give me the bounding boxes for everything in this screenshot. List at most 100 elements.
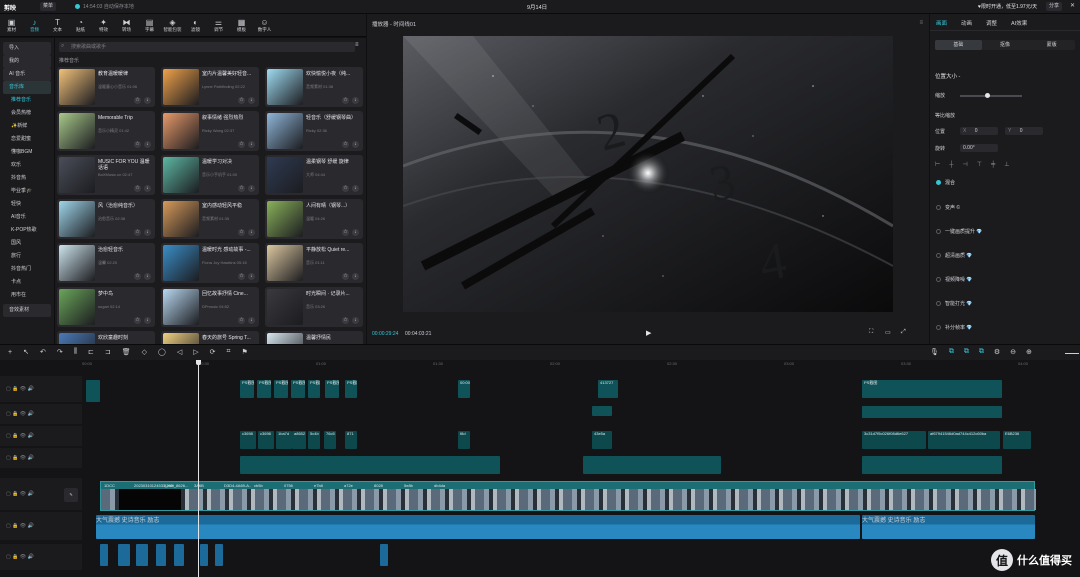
- favorite-icon[interactable]: ☆: [342, 141, 349, 148]
- sound-effect-clip[interactable]: [100, 544, 108, 566]
- sidebar-item[interactable]: AI音乐: [3, 211, 51, 224]
- download-icon[interactable]: ↓: [144, 141, 151, 148]
- sidebar-item[interactable]: 推荐音乐: [3, 94, 51, 107]
- music-card[interactable]: 回忆故事抒情 Cine... DPmusic 04:52 ☆ ↓: [161, 287, 259, 327]
- sound-effect-clip[interactable]: [200, 544, 208, 566]
- align-left-icon[interactable]: ⊢: [935, 161, 940, 168]
- blend-toggle[interactable]: [936, 180, 941, 185]
- split-icon[interactable]: ⫼: [74, 348, 77, 356]
- share-button[interactable]: 分享: [1046, 2, 1063, 11]
- prop-subtab[interactable]: 蒙版: [1028, 40, 1075, 50]
- sidebar-item[interactable]: ✨新鲜: [3, 120, 51, 133]
- track-controls-icon[interactable]: ▢ 🔒 👁 🔊: [6, 386, 34, 392]
- text-clip[interactable]: 43e5a: [592, 431, 612, 449]
- preview-axis-icon[interactable]: ⧉: [979, 348, 984, 356]
- tab-subtitle[interactable]: ▤ 字幕: [138, 14, 161, 37]
- snap-icon[interactable]: ⧉: [964, 348, 969, 356]
- play-button[interactable]: ▶: [646, 329, 651, 337]
- download-icon[interactable]: ↓: [352, 141, 359, 148]
- download-icon[interactable]: ↓: [248, 97, 255, 104]
- player-menu-icon[interactable]: ≡: [919, 20, 923, 26]
- tab-digital-human[interactable]: ☺ 数字人: [253, 14, 276, 37]
- music-card[interactable]: 春天的旅号 Spring T...音乐☆↓: [161, 331, 259, 344]
- track-header[interactable]: ▢ 🔒 👁 🔊: [0, 512, 82, 540]
- music-card[interactable]: 梦中鸟 sugari 02:14 ☆ ↓: [57, 287, 155, 327]
- sidebar-item[interactable]: 国风: [3, 237, 51, 250]
- split-left-icon[interactable]: ⊏: [88, 348, 94, 356]
- ratio-icon[interactable]: ▭: [885, 329, 891, 336]
- music-card[interactable]: Memorable Trip 音乐小精灵 01:42 ☆ ↓: [57, 111, 155, 151]
- music-card[interactable]: 治愈轻音乐 温馨 02:20 ☆ ↓: [57, 243, 155, 283]
- position-y-input[interactable]: Y 0: [1005, 127, 1043, 135]
- favorite-icon[interactable]: ☆: [134, 141, 141, 148]
- music-card[interactable]: 欢快愉悦小夜（纯... 音频素材 01:38 ☆ ↓: [265, 67, 363, 107]
- tab-transition[interactable]: ⧓ 转场: [115, 14, 138, 37]
- image-clip[interactable]: [240, 456, 500, 474]
- track-controls-icon[interactable]: ▢ 🔒 👁 🔊: [6, 491, 34, 497]
- playhead[interactable]: [198, 360, 199, 577]
- track-controls-icon[interactable]: ▢ 🔒 👁 🔊: [6, 523, 34, 529]
- crop-icon[interactable]: ⌗: [226, 348, 230, 356]
- tab-media[interactable]: ▣ 素材: [0, 14, 23, 37]
- reverse-icon[interactable]: ▷: [193, 348, 198, 356]
- tab-smart-package[interactable]: ◈ 智能包装: [161, 14, 184, 37]
- sound-effect-clip[interactable]: [174, 544, 184, 566]
- track-header[interactable]: ▢ 🔒 👁 🔊: [0, 404, 82, 424]
- align-middle-icon[interactable]: ╪: [991, 162, 995, 168]
- download-icon[interactable]: ↓: [144, 185, 151, 192]
- sticker-clip[interactable]: PS截图: [257, 380, 271, 398]
- tab-text[interactable]: T 文本: [46, 14, 69, 37]
- tab-template[interactable]: ▦ 模板: [230, 14, 253, 37]
- shield-icon[interactable]: ◇: [142, 348, 147, 356]
- favorite-icon[interactable]: ☆: [134, 185, 141, 192]
- redo-icon[interactable]: ↷: [57, 348, 63, 356]
- text-clip[interactable]: 5c4b: [308, 431, 320, 449]
- sound-effect-clip[interactable]: [156, 544, 166, 566]
- music-card[interactable]: 温暖时光 感动故事 -... Fiona Joy Hawkins 05:16 ☆ ↓: [161, 243, 259, 283]
- vip-promo[interactable]: ♥限时开通，低至1.97元/天: [978, 3, 1037, 10]
- music-card[interactable]: 温馨抒情民音乐☆↓: [265, 331, 363, 344]
- music-card[interactable]: 室内感动轻风平稳 音频素材 01:35 ☆ ↓: [161, 199, 259, 239]
- select-icon[interactable]: ↖: [23, 348, 29, 356]
- favorite-icon[interactable]: ☆: [134, 97, 141, 104]
- option-checkbox[interactable]: [936, 253, 941, 258]
- sidebar-item[interactable]: 卡点: [3, 276, 51, 289]
- rotate-icon[interactable]: ⟳: [210, 348, 216, 356]
- music-card[interactable]: 叙事情绪 强烈热烈 Ricky Wang 02:37 ☆ ↓: [161, 111, 259, 151]
- video-preview[interactable]: 2 3 4: [403, 36, 893, 312]
- overlay-clip[interactable]: [862, 406, 1002, 418]
- prop-tab[interactable]: 调整: [986, 19, 997, 27]
- music-card[interactable]: 欢欣童趣时刻音频☆↓: [57, 331, 155, 344]
- image-clip[interactable]: [583, 456, 721, 474]
- music-card[interactable]: 时光瞬间 · 记录片... 音乐 03:26 ☆ ↓: [265, 287, 363, 327]
- download-icon[interactable]: ↓: [352, 185, 359, 192]
- freeze-icon[interactable]: ◯: [158, 348, 166, 356]
- favorite-icon[interactable]: ☆: [238, 229, 245, 236]
- position-x-input[interactable]: X 0: [960, 127, 998, 135]
- sticker-clip[interactable]: PS截图: [325, 380, 339, 398]
- favorite-icon[interactable]: ☆: [238, 97, 245, 104]
- sound-effect-clip[interactable]: [136, 544, 148, 566]
- track-controls-icon[interactable]: ▢ 🔒 👁 🔊: [6, 455, 34, 461]
- sidebar-item[interactable]: 轻快: [3, 198, 51, 211]
- music-card[interactable]: 风（治愈纯音乐） 治愈音乐 02:38 ☆ ↓: [57, 199, 155, 239]
- sidebar-item[interactable]: AI 音乐: [3, 68, 51, 81]
- expand-icon[interactable]: ⤢: [901, 329, 906, 336]
- favorite-icon[interactable]: ☆: [342, 273, 349, 280]
- sticker-clip[interactable]: PS截图: [862, 380, 1002, 398]
- download-icon[interactable]: ↓: [248, 229, 255, 236]
- split-right-icon[interactable]: ⊐: [105, 348, 111, 356]
- audio-clip[interactable]: 大气震撼 史诗音乐 励志: [862, 515, 1035, 539]
- option-checkbox[interactable]: [936, 325, 941, 330]
- prop-tab[interactable]: 动画: [961, 19, 972, 27]
- download-icon[interactable]: ↓: [144, 317, 151, 324]
- download-icon[interactable]: ↓: [352, 273, 359, 280]
- cover-button[interactable]: ✎: [64, 488, 78, 502]
- text-clip[interactable]: f8d: [458, 431, 470, 449]
- sidebar-item[interactable]: 音乐库: [3, 81, 51, 94]
- sidebar-item[interactable]: 用市在: [3, 289, 51, 302]
- sticker-clip[interactable]: PS截图: [274, 380, 288, 398]
- option-checkbox[interactable]: [936, 277, 941, 282]
- sticker-clip[interactable]: 00:00:19:14: [458, 380, 470, 398]
- option-checkbox[interactable]: [936, 205, 941, 210]
